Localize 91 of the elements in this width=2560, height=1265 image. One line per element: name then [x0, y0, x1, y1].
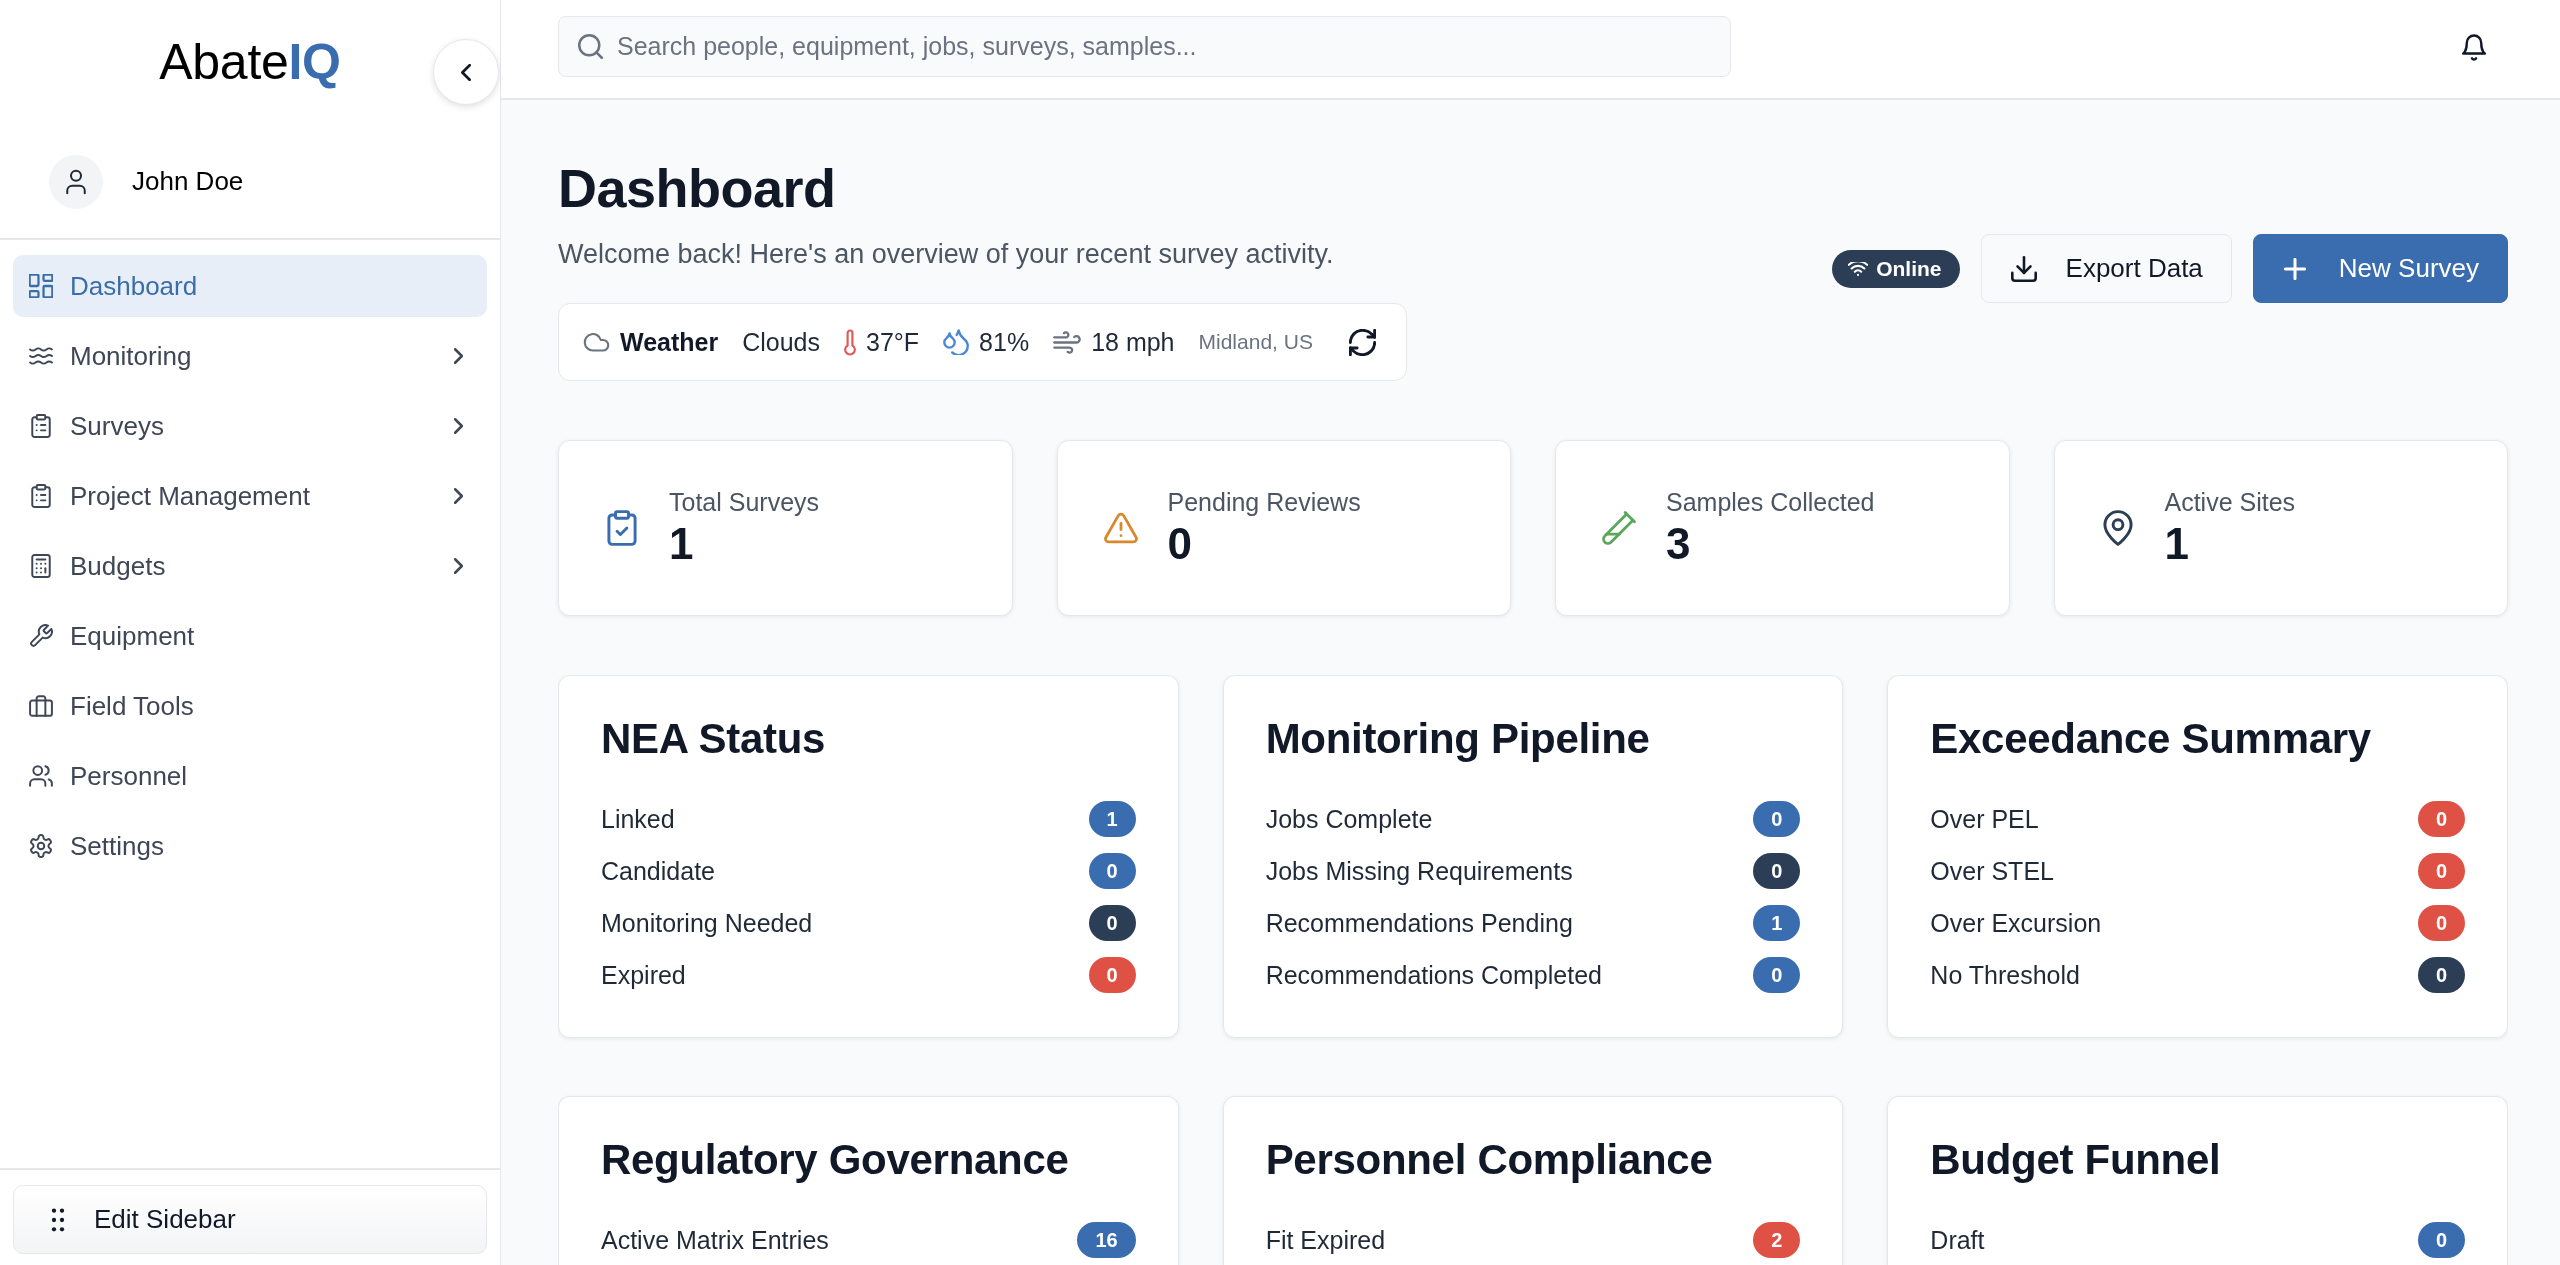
clipboard-icon: [29, 414, 53, 438]
user-name: John Doe: [132, 166, 244, 197]
row-label: Monitoring Needed: [601, 908, 813, 938]
count-badge: 2: [1753, 1222, 1801, 1258]
count-badge: 0: [1753, 957, 1801, 993]
search-icon: [578, 34, 603, 59]
nav-item[interactable]: Budgets: [13, 535, 487, 597]
row-label: Expired: [601, 960, 686, 990]
row-label: Linked: [601, 804, 675, 834]
weather-label: Weather: [620, 327, 719, 357]
stat-label: Samples Collected: [1666, 487, 1875, 518]
settings-icon: [29, 834, 53, 858]
count-badge: 0: [2417, 957, 2465, 993]
row-label: Draft: [1930, 1225, 1985, 1255]
row-label: Fit Expired: [1265, 1225, 1386, 1255]
count-badge: 0: [1753, 853, 1801, 889]
download-icon: [2010, 255, 2037, 282]
wind-speed: 18 mph: [1091, 327, 1175, 357]
row-label: No Threshold: [1930, 960, 2080, 990]
count-badge: 0: [2417, 1222, 2465, 1258]
row-label: Over STEL: [1930, 856, 2054, 886]
count-badge: 1: [1088, 801, 1136, 837]
page-subtitle: Welcome back! Here's an overview of your recent survey activity.: [558, 238, 1334, 271]
status-text: Online: [1876, 256, 1942, 281]
row-label: Recommendations Pending: [1265, 908, 1573, 938]
page-title: Dashboard: [558, 157, 836, 220]
count-badge: 0: [2417, 905, 2465, 941]
nav-item[interactable]: Dashboard: [13, 255, 487, 317]
refresh-icon: [1348, 328, 1376, 356]
card-title: Personnel Compliance: [1265, 1135, 1714, 1185]
row-label: Active Matrix Entries: [601, 1225, 829, 1255]
weather-condition: Clouds: [742, 327, 820, 357]
briefcase-icon: [29, 694, 53, 718]
row-label: Jobs Missing Requirements: [1265, 856, 1573, 886]
drag-handle-icon: [51, 1207, 65, 1232]
stat-label: Active Sites: [2164, 487, 2296, 518]
chevron-left-icon: [461, 63, 471, 81]
stat-label: Pending Reviews: [1167, 487, 1361, 518]
wifi-icon: [1848, 261, 1869, 276]
location-text: Midland, US: [1198, 330, 1313, 354]
wind-icon: [1053, 330, 1082, 354]
waves-icon: [29, 344, 53, 368]
humidity-value: 81%: [979, 327, 1030, 357]
count-badge: 1: [1753, 905, 1801, 941]
count-badge: 0: [2417, 853, 2465, 889]
row-label: Jobs Complete: [1265, 804, 1433, 834]
card-title: Regulatory Governance: [601, 1135, 1070, 1185]
grid-icon: [29, 274, 53, 298]
export-data-button[interactable]: Export Data: [1980, 234, 2232, 303]
refresh-button[interactable]: [1348, 328, 1376, 356]
search-field[interactable]: Search people, equipment, jobs, surveys, samples...: [558, 16, 1731, 77]
count-badge: 0: [1088, 957, 1136, 993]
plus-icon: [2283, 257, 2306, 280]
row-label: Over Excursion: [1930, 908, 2102, 938]
wrench-icon: [29, 624, 53, 648]
nav-item[interactable]: Surveys: [13, 395, 487, 457]
stat-label: Total Surveys: [669, 487, 820, 518]
card-title: Exceedance Summary: [1930, 714, 2372, 764]
edit-sidebar-button[interactable]: Edit Sidebar: [13, 1185, 487, 1254]
count-badge: 16: [1077, 1222, 1136, 1258]
nav-item[interactable]: Field Tools: [13, 675, 487, 737]
avatar-icon: [49, 154, 103, 209]
card-title: NEA Status: [601, 714, 827, 764]
stat-value: 3: [1666, 518, 1692, 570]
thermometer-icon: [844, 328, 856, 356]
nav-item[interactable]: Personnel: [13, 745, 487, 807]
nav-item[interactable]: Equipment: [13, 605, 487, 667]
stat-value: 1: [2164, 518, 2190, 570]
calculator-icon: [29, 554, 53, 578]
nav-item[interactable]: Project Management: [13, 465, 487, 527]
count-badge: 0: [1753, 801, 1801, 837]
count-badge: 0: [1088, 853, 1136, 889]
notification-bell-icon[interactable]: [2462, 34, 2486, 61]
nav-item[interactable]: Monitoring: [13, 325, 487, 387]
temperature-value: 37°F: [866, 327, 920, 357]
new-survey-button[interactable]: New Survey: [2252, 234, 2508, 303]
count-badge: 0: [2417, 801, 2465, 837]
row-label: Over PEL: [1930, 804, 2039, 834]
count-badge: 0: [1088, 905, 1136, 941]
cloud-icon: [583, 332, 610, 352]
row-label: Recommendations Completed: [1265, 960, 1602, 990]
droplets-icon: [943, 329, 970, 355]
card-title: Budget Funnel: [1930, 1135, 2222, 1185]
app-logo: AbateIQ: [159, 33, 341, 92]
clipboard-icon: [29, 484, 53, 508]
stat-value: 1: [669, 518, 695, 570]
stat-value: 0: [1167, 518, 1193, 570]
card-title: Monitoring Pipeline: [1265, 714, 1651, 764]
nav-item[interactable]: Settings: [13, 815, 487, 877]
row-label: Candidate: [601, 856, 715, 886]
users-icon: [29, 764, 53, 788]
